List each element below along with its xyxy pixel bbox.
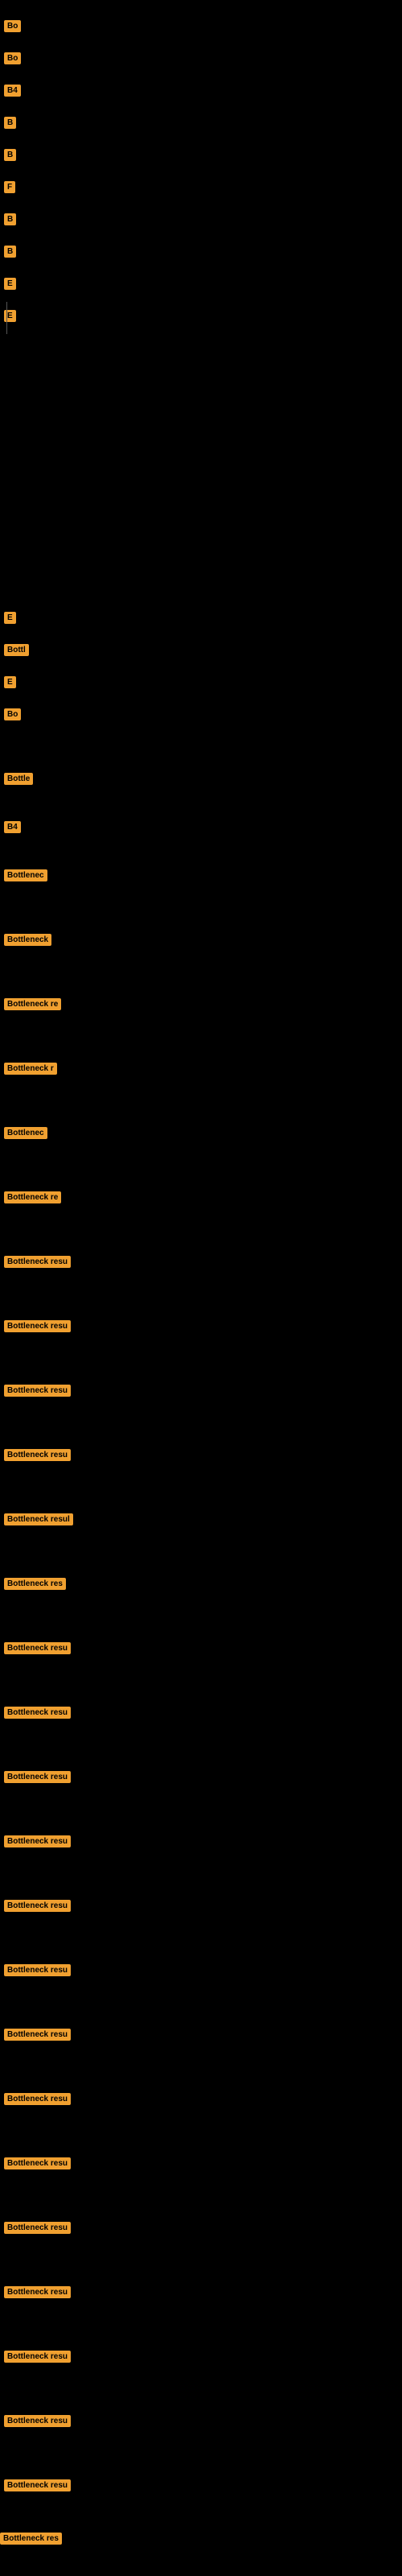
- badge-b22: Bottleneck re: [4, 1191, 61, 1203]
- badge-b21: Bottlenec: [4, 1127, 47, 1139]
- badge-b14: Bo: [4, 708, 21, 720]
- badge-b35: Bottleneck resu: [4, 2029, 71, 2041]
- badge-b16: B4: [4, 821, 21, 833]
- badge-b19: Bottleneck re: [4, 998, 61, 1010]
- badge-b18: Bottleneck: [4, 934, 51, 946]
- badge-b31: Bottleneck resu: [4, 1771, 71, 1783]
- badge-b8: B: [4, 246, 16, 258]
- badge-b1: Bo: [4, 20, 21, 32]
- badge-b25: Bottleneck resu: [4, 1385, 71, 1397]
- badge-b26: Bottleneck resu: [4, 1449, 71, 1461]
- badge-b20: Bottleneck r: [4, 1063, 57, 1075]
- badge-b15: Bottle: [4, 773, 33, 785]
- badge-b23: Bottleneck resu: [4, 1256, 71, 1268]
- badge-b9: E: [4, 278, 16, 290]
- badge-b41: Bottleneck resu: [4, 2415, 71, 2427]
- badge-b17: Bottlenec: [4, 869, 47, 881]
- badge-b39: Bottleneck resu: [4, 2286, 71, 2298]
- badge-b42: Bottleneck resu: [4, 2479, 71, 2491]
- badge-b29: Bottleneck resu: [4, 1642, 71, 1654]
- badge-b34: Bottleneck resu: [4, 1964, 71, 1976]
- badge-b2: Bo: [4, 52, 21, 64]
- badge-b40: Bottleneck resu: [4, 2351, 71, 2363]
- badge-b32: Bottleneck resu: [4, 1835, 71, 1847]
- badge-b3: B4: [4, 85, 21, 97]
- badge-b13: E: [4, 676, 16, 688]
- badge-b33: Bottleneck resu: [4, 1900, 71, 1912]
- badge-b5: B: [4, 149, 16, 161]
- badge-b4: B: [4, 117, 16, 129]
- badge-b30: Bottleneck resu: [4, 1707, 71, 1719]
- badge-b36: Bottleneck resu: [4, 2093, 71, 2105]
- vertical-line: [6, 302, 7, 334]
- badge-b43: Bottleneck res: [0, 2533, 62, 2545]
- badge-b38: Bottleneck resu: [4, 2222, 71, 2234]
- badge-b37: Bottleneck resu: [4, 2157, 71, 2169]
- badge-b28: Bottleneck res: [4, 1578, 66, 1590]
- badge-b12: Bottl: [4, 644, 29, 656]
- badge-b7: B: [4, 213, 16, 225]
- badge-b24: Bottleneck resu: [4, 1320, 71, 1332]
- badge-b27: Bottleneck resul: [4, 1513, 73, 1525]
- badge-b6: F: [4, 181, 15, 193]
- badge-b11: E: [4, 612, 16, 624]
